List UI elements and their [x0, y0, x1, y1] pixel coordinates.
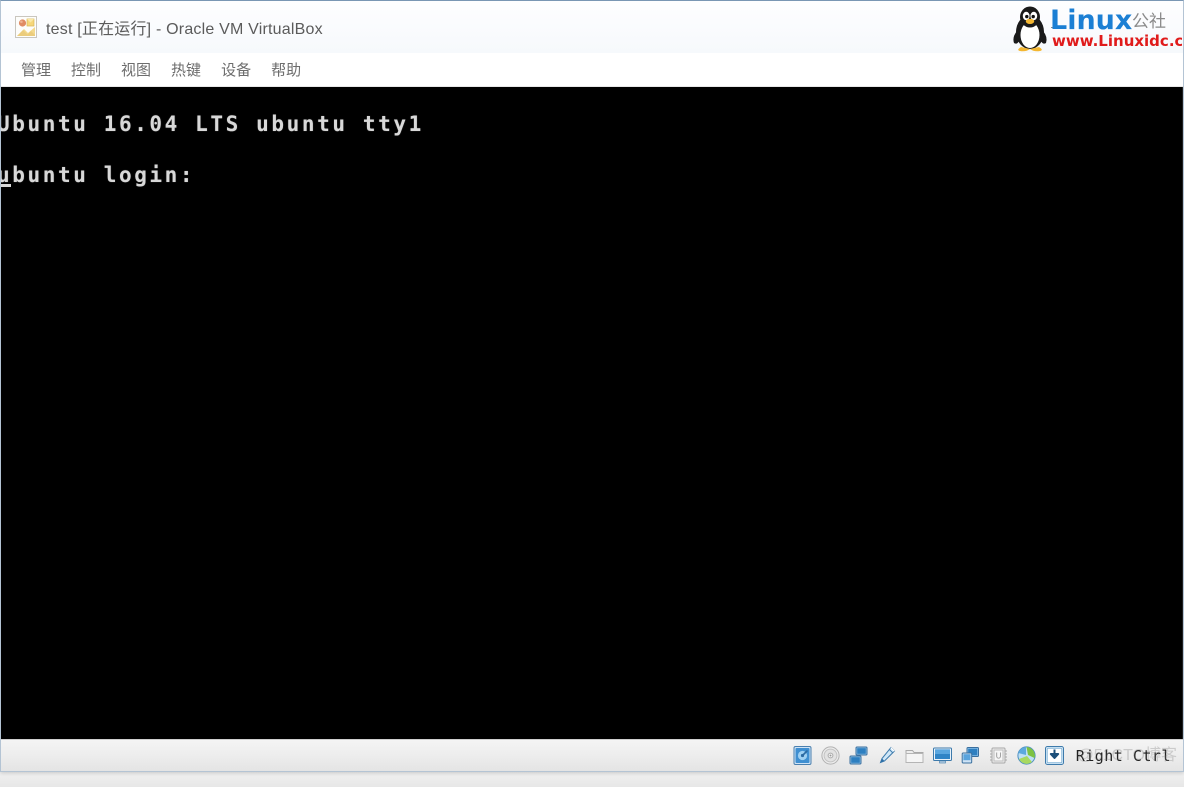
window-controls [1035, 1, 1175, 53]
status-indicator-group: U [792, 745, 1066, 767]
status-bar: U Right Ctrl [1, 739, 1183, 771]
usb-chip-icon[interactable]: U [988, 745, 1010, 767]
window-controls-spacer [1079, 12, 1175, 42]
virtualbox-icon [15, 16, 37, 38]
window-title: test [正在运行] - Oracle VM VirtualBox [46, 21, 323, 38]
minimize-button[interactable] [1035, 12, 1079, 42]
menu-machine[interactable]: 控制 [61, 56, 111, 83]
virtualbox-vm-window: test [正在运行] - Oracle VM VirtualBox 管理 控制… [0, 0, 1184, 772]
screenshot-root: ........ 丨丨 选项 .... test [正在运行] - Oracle… [0, 0, 1184, 787]
svg-text:U: U [996, 752, 1002, 761]
menu-devices[interactable]: 设备 [211, 56, 261, 83]
host-key-label: Right Ctrl [1075, 746, 1171, 765]
shared-folder-icon[interactable] [904, 745, 926, 767]
remote-display-icon[interactable] [960, 745, 982, 767]
console-cursor [1, 184, 11, 187]
guest-console-screen[interactable]: Ubuntu 16.04 LTS ubuntu tty1 ubuntu logi… [1, 87, 1183, 739]
menu-help[interactable]: 帮助 [261, 56, 311, 83]
guest-additions-icon[interactable] [1016, 745, 1038, 767]
menu-input[interactable]: 热键 [161, 56, 211, 83]
network-icon[interactable] [848, 745, 870, 767]
console-line-banner: Ubuntu 16.04 LTS ubuntu tty1 [1, 112, 424, 136]
display-icon[interactable] [932, 745, 954, 767]
hard-disk-icon[interactable] [792, 745, 814, 767]
menu-view[interactable]: 视图 [111, 56, 161, 83]
console-line-login-prompt: ubuntu login: [1, 163, 196, 187]
menu-manage[interactable]: 管理 [11, 56, 61, 83]
optical-disk-icon[interactable] [820, 745, 842, 767]
usb-pen-icon[interactable] [876, 745, 898, 767]
title-bar[interactable]: test [正在运行] - Oracle VM VirtualBox [1, 1, 1183, 53]
menu-bar: 管理 控制 视图 热键 设备 帮助 [1, 53, 1183, 87]
capture-indicator-icon[interactable] [1044, 745, 1066, 767]
